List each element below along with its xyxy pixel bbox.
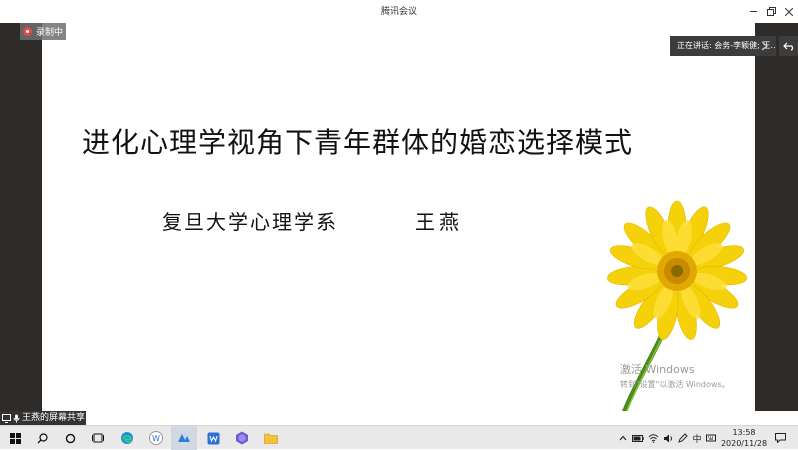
recording-label: 录制中 bbox=[36, 28, 64, 38]
return-arrow-icon bbox=[783, 42, 794, 51]
cortana-button[interactable] bbox=[57, 426, 83, 450]
slide-author: 王燕 bbox=[415, 210, 463, 234]
close-icon bbox=[785, 7, 793, 16]
battery-icon bbox=[632, 434, 644, 442]
wps-icon: W bbox=[149, 431, 163, 445]
shared-screen-viewer: 进化心理学视角下青年群体的婚恋选择模式 复旦大学心理学系 王燕 激活 Windo… bbox=[0, 23, 798, 411]
wps-office-taskbar-button[interactable] bbox=[200, 426, 226, 450]
search-icon bbox=[37, 432, 48, 443]
slide-title: 进化心理学视角下青年群体的婚恋选择模式 bbox=[82, 126, 634, 159]
record-icon bbox=[23, 27, 32, 36]
watermark-line1: 激活 Windows bbox=[620, 363, 695, 376]
recording-indicator[interactable]: 录制中 bbox=[20, 23, 66, 40]
ime-indicator[interactable]: 中 bbox=[691, 426, 703, 450]
wifi-icon bbox=[648, 433, 658, 443]
window-controls bbox=[744, 0, 798, 23]
start-button[interactable] bbox=[2, 426, 28, 450]
windows-logo-icon bbox=[9, 432, 21, 444]
flower-petals bbox=[607, 200, 747, 340]
tencent-meeting-icon bbox=[178, 434, 190, 442]
chevron-up-icon bbox=[619, 435, 627, 441]
pen-icon bbox=[678, 433, 688, 443]
wps-office-icon bbox=[207, 432, 219, 444]
clock-date: 2020/11/28 bbox=[720, 439, 768, 448]
pen-tray-button[interactable] bbox=[676, 426, 690, 450]
notification-icon bbox=[774, 433, 786, 443]
title-bar: 腾讯会议 bbox=[0, 0, 798, 24]
app-icon bbox=[236, 431, 248, 445]
minimize-icon bbox=[749, 11, 757, 12]
restore-button[interactable] bbox=[762, 0, 780, 23]
wps-taskbar-button[interactable]: W bbox=[143, 426, 169, 450]
edge-icon bbox=[121, 432, 133, 444]
chevron-right-icon[interactable] bbox=[758, 38, 772, 54]
clock-time: 13:58 bbox=[732, 428, 756, 437]
file-explorer-taskbar-button[interactable] bbox=[258, 426, 284, 450]
watermark-line2: 转到"设置"以激活 Windows。 bbox=[620, 380, 730, 389]
speaker-icon bbox=[663, 434, 672, 442]
windows-activation-watermark: 激活 Windows 转到"设置"以激活 Windows。 bbox=[620, 361, 730, 390]
presentation-slide: 进化心理学视角下青年群体的婚恋选择模式 复旦大学心理学系 王燕 激活 Windo… bbox=[42, 23, 755, 411]
ime-mode-icon bbox=[705, 434, 716, 442]
window-title: 腾讯会议 bbox=[380, 7, 417, 17]
microphone-icon bbox=[13, 414, 20, 422]
cortana-icon bbox=[65, 433, 75, 443]
network-tray-button[interactable] bbox=[646, 426, 660, 450]
slide-subtitle: 复旦大学心理学系 bbox=[162, 210, 338, 234]
show-hidden-icons-button[interactable] bbox=[617, 426, 629, 450]
task-view-button[interactable] bbox=[85, 426, 111, 450]
close-button[interactable] bbox=[780, 0, 798, 23]
restore-icon-back bbox=[767, 9, 774, 16]
battery-tray-button[interactable] bbox=[631, 426, 645, 450]
tencent-meeting-taskbar-button[interactable] bbox=[171, 426, 197, 450]
screen-share-label: 王燕的屏幕共享 bbox=[0, 411, 86, 425]
return-button[interactable] bbox=[779, 36, 798, 56]
volume-tray-button[interactable] bbox=[661, 426, 675, 450]
notifications-button[interactable] bbox=[772, 426, 788, 450]
screen-icon bbox=[2, 413, 11, 423]
edge-taskbar-button[interactable] bbox=[114, 426, 140, 450]
task-view-icon bbox=[92, 433, 104, 443]
ime-mode-button[interactable] bbox=[704, 426, 717, 450]
search-button[interactable] bbox=[29, 426, 55, 450]
screen-share-owner: 王燕的屏幕共享 bbox=[22, 413, 86, 423]
app-taskbar-button[interactable] bbox=[229, 426, 255, 450]
system-clock[interactable]: 13:58 2020/11/28 bbox=[718, 427, 770, 449]
minimize-button[interactable] bbox=[744, 0, 762, 23]
file-explorer-icon bbox=[264, 433, 278, 444]
svg-text:W: W bbox=[152, 434, 160, 443]
windows-taskbar: W 中 13:58 2020/11/28 bbox=[0, 425, 798, 450]
